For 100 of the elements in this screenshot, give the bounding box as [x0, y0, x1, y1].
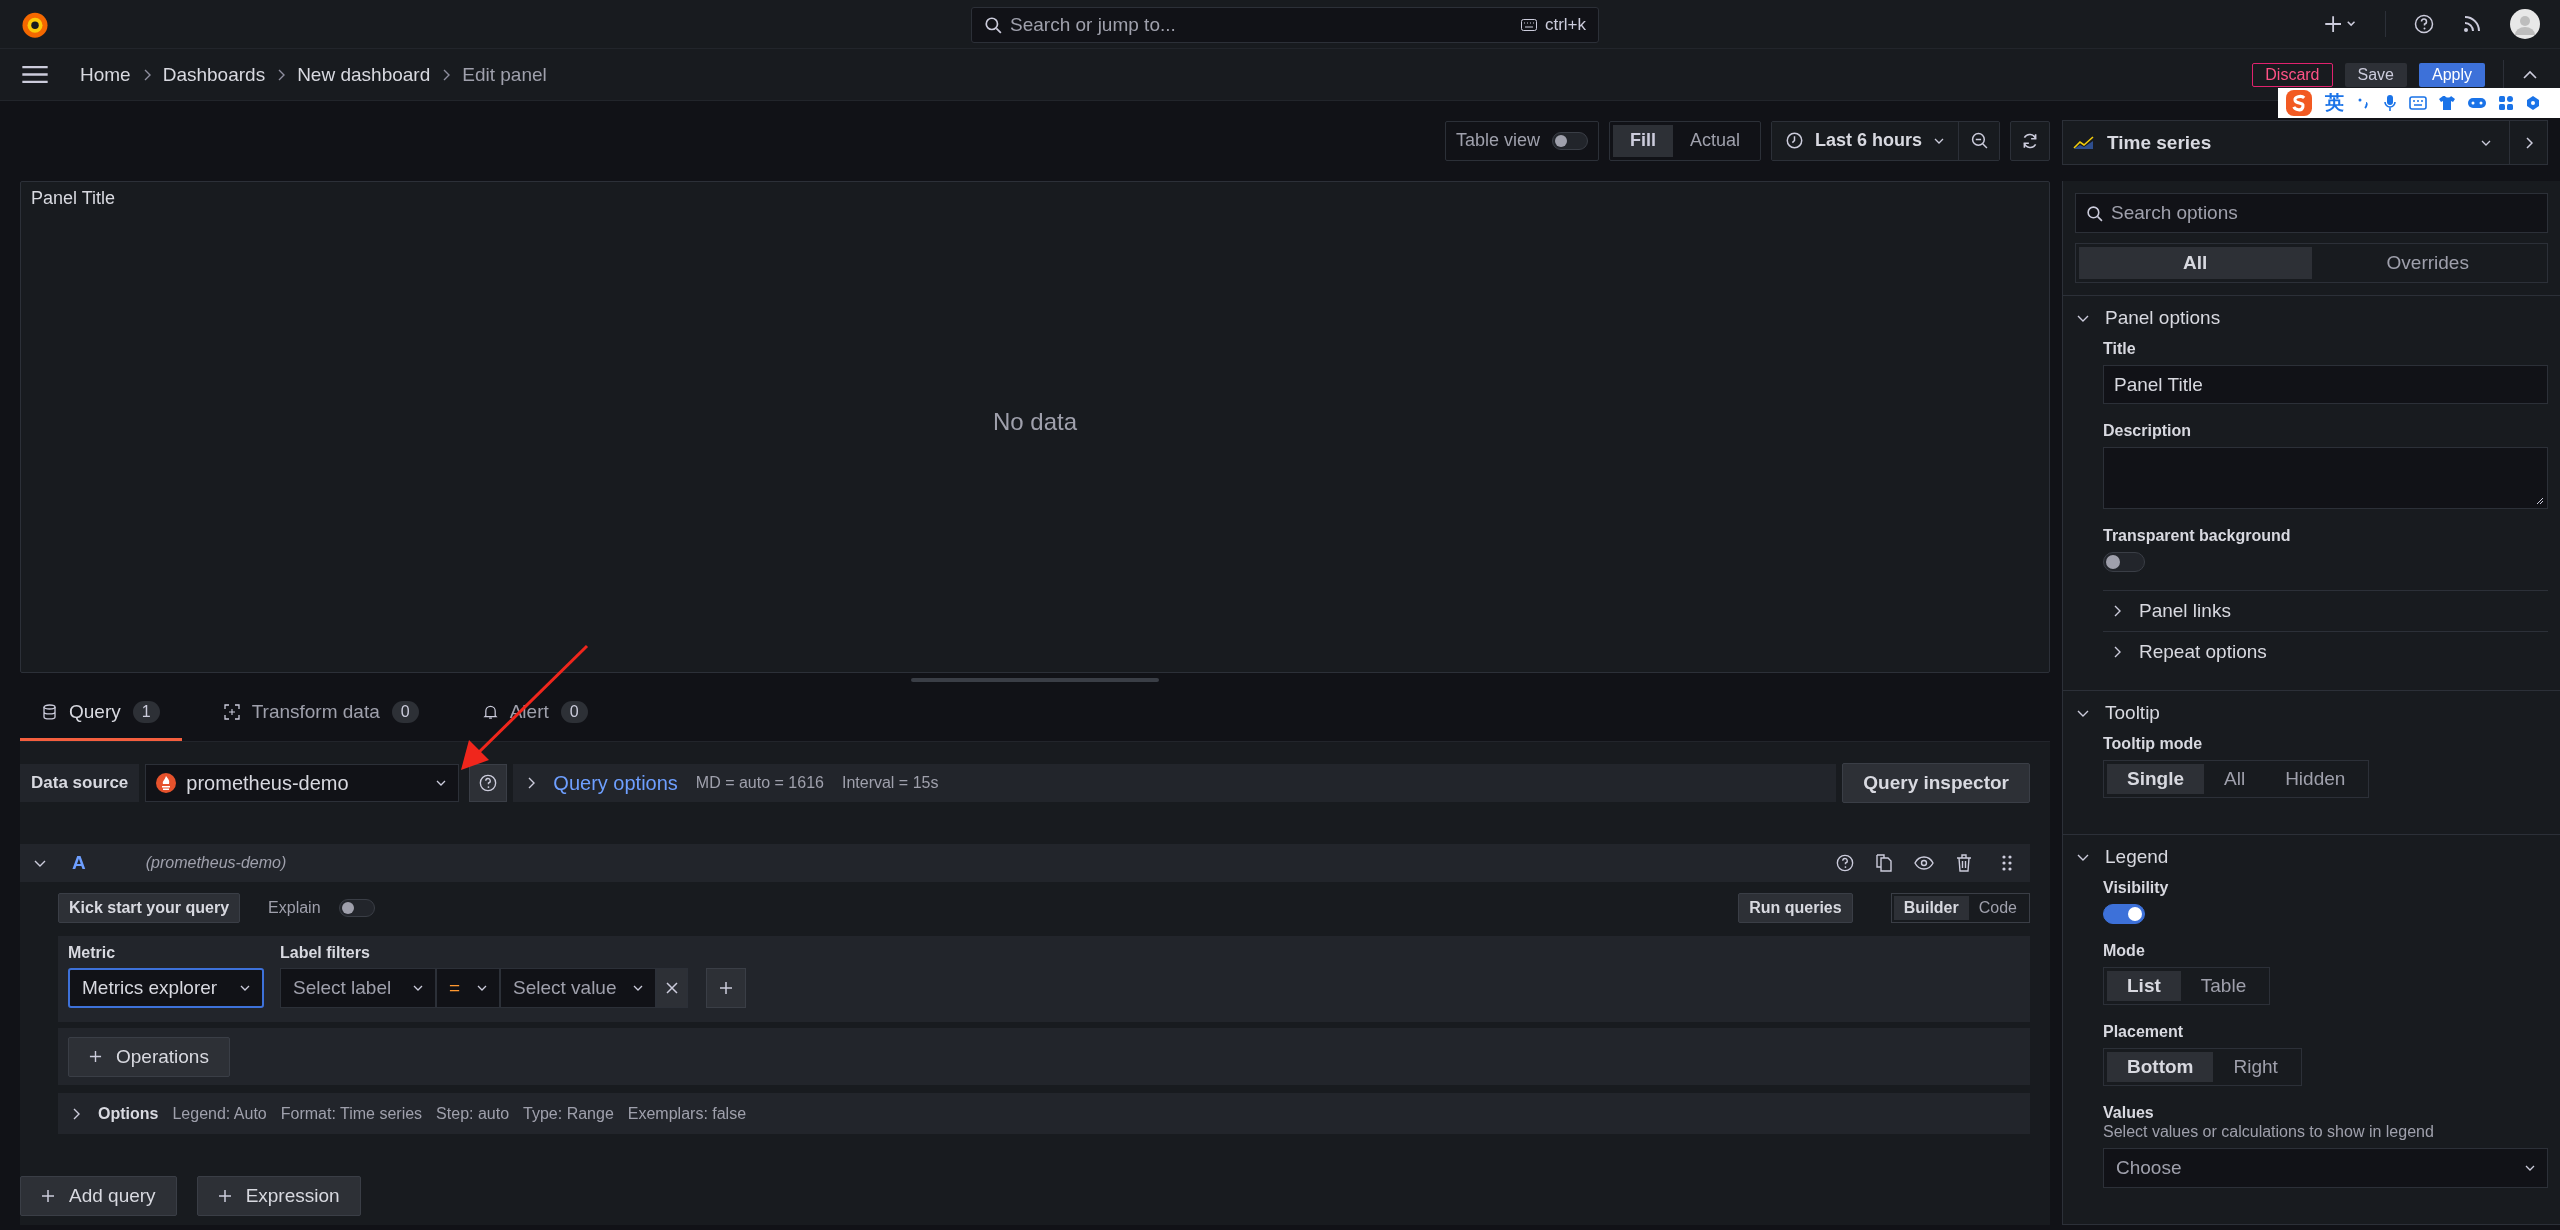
line-chart-icon [2073, 135, 2095, 150]
plus-icon[interactable] [2325, 15, 2357, 33]
keyboard-icon[interactable] [2409, 96, 2427, 110]
add-query-button[interactable]: Add query [20, 1176, 177, 1216]
editor-tab[interactable]: Transform data 0 [201, 686, 441, 741]
menu-icon[interactable] [22, 65, 48, 84]
options-label[interactable]: Options [98, 1104, 159, 1123]
table-view-toggle[interactable]: Table view [1444, 120, 1599, 161]
chevron-icon [277, 68, 286, 81]
apply-button[interactable]: Apply [2418, 62, 2485, 87]
chevron-icon [442, 68, 451, 81]
breadcrumb-link[interactable]: New dashboard [297, 63, 431, 86]
view-mode-option[interactable]: Actual [1672, 124, 1757, 157]
chevron-icon[interactable] [2077, 853, 2089, 861]
radio-option[interactable]: List [2107, 971, 2181, 1001]
resize-grip-icon[interactable] [2536, 497, 2544, 505]
operator-select[interactable]: = [436, 968, 500, 1008]
subsection-title[interactable]: Panel links [2139, 600, 2231, 622]
discard-button[interactable]: Discard [2252, 62, 2333, 87]
gamepad-icon[interactable] [2467, 96, 2487, 110]
chevron-icon[interactable] [2113, 646, 2121, 658]
chevron-icon[interactable] [34, 859, 46, 867]
query-options-link[interactable]: Query options [553, 771, 678, 795]
section-title[interactable]: Tooltip [2105, 702, 2160, 724]
editor-mode-option[interactable]: Builder [1893, 896, 1969, 920]
avatar-icon[interactable] [2510, 9, 2540, 39]
transform-icon [223, 704, 240, 720]
time-range-picker[interactable]: Last 6 hours [1771, 121, 1959, 160]
query-inspector-button[interactable]: Query inspector [1842, 763, 2030, 803]
resize-handle[interactable] [911, 677, 1159, 682]
add-filter-button[interactable] [706, 968, 746, 1008]
value-select[interactable]: Select value [500, 968, 656, 1008]
toggle-switch[interactable] [2103, 904, 2145, 924]
field-label: Label filters [280, 944, 371, 962]
rss-icon[interactable] [2462, 14, 2482, 34]
grid-icon[interactable] [2498, 95, 2514, 111]
save-button[interactable]: Save [2344, 62, 2407, 87]
copy-icon[interactable] [1876, 854, 1892, 872]
shirt-icon[interactable] [2438, 95, 2456, 111]
editor-mode-option[interactable]: Code [1968, 896, 2027, 920]
section-title[interactable]: Legend [2105, 846, 2169, 868]
chevron-icon[interactable] [2077, 314, 2089, 322]
subsection-title[interactable]: Repeat options [2139, 641, 2267, 663]
toggle-switch[interactable] [2103, 552, 2145, 572]
breadcrumb-link[interactable]: Dashboards [162, 63, 266, 86]
trash-icon[interactable] [1956, 854, 1972, 872]
options-tab[interactable]: Overrides [2311, 247, 2544, 279]
chevron-icon [142, 68, 151, 81]
chevron-icon[interactable] [2113, 605, 2121, 617]
explain-label: Explain [268, 899, 321, 917]
drag-handle-icon[interactable] [2002, 855, 2012, 871]
remove-filter-button[interactable] [656, 968, 688, 1008]
field-label: Mode [2103, 942, 2145, 960]
settings-icon[interactable] [2525, 95, 2541, 111]
plus-icon [41, 1189, 55, 1203]
field-label: Data source [20, 764, 140, 802]
collapse-icon[interactable] [2522, 69, 2538, 80]
view-mode-option[interactable]: Fill [1612, 124, 1673, 157]
kick-start-button[interactable]: Kick start your query [58, 893, 241, 923]
toggle-switch[interactable] [338, 899, 375, 917]
radio-option[interactable]: Single [2107, 764, 2204, 794]
breadcrumb-link[interactable]: Edit panel [462, 63, 547, 86]
eye-icon[interactable] [1914, 856, 1934, 870]
option-summary: Format: Time series [280, 1104, 423, 1123]
options-tab[interactable]: All [2079, 247, 2312, 279]
title-input[interactable]: Panel Title [2103, 365, 2548, 404]
option-summary: Step: auto [436, 1104, 510, 1123]
search-field[interactable]: Search options [2075, 193, 2548, 233]
refresh-button[interactable] [2010, 120, 2050, 161]
radio-option[interactable]: Table [2180, 971, 2267, 1001]
radio-option[interactable]: Right [2213, 1052, 2298, 1082]
help-icon[interactable] [2414, 14, 2434, 34]
expression-button[interactable]: Expression [196, 1176, 361, 1216]
zoom-out-button[interactable] [1959, 121, 1999, 160]
run-queries-button[interactable]: Run queries [1738, 893, 1853, 923]
radio-option[interactable]: Bottom [2107, 1052, 2214, 1082]
data-source-picker[interactable]: prometheus-demo [145, 764, 460, 802]
field-label: Visibility [2103, 879, 2169, 897]
help-icon[interactable] [1836, 854, 1854, 872]
radio-option[interactable]: All [2204, 764, 2266, 794]
field-label: Placement [2103, 1023, 2184, 1041]
breadcrumb-link[interactable]: Home [80, 63, 131, 86]
search-icon [2086, 204, 2103, 222]
microphone-icon[interactable] [2382, 94, 2398, 112]
interval-info: Interval = 15s [841, 774, 939, 792]
field-label: Values [2103, 1104, 2154, 1122]
label-select[interactable]: Select label [280, 968, 436, 1008]
max-data-points: MD = auto = 1616 [695, 774, 824, 792]
chevron-icon[interactable] [72, 1107, 80, 1120]
help-button[interactable] [469, 764, 508, 802]
language-indicator[interactable]: 英 [2325, 90, 2344, 116]
query-name[interactable]: A [72, 852, 86, 874]
chevron-icon[interactable] [527, 777, 536, 789]
operations-button[interactable]: Operations [68, 1036, 230, 1077]
values-select[interactable]: Choose [2103, 1148, 2548, 1188]
metric-select[interactable]: Metrics explorer [68, 968, 264, 1008]
chevron-icon[interactable] [2077, 709, 2089, 717]
radio-option[interactable]: Hidden [2265, 764, 2366, 794]
search-field[interactable]: Search or jump to... ctrl+k [971, 7, 1599, 43]
section-title[interactable]: Panel options [2105, 307, 2221, 329]
